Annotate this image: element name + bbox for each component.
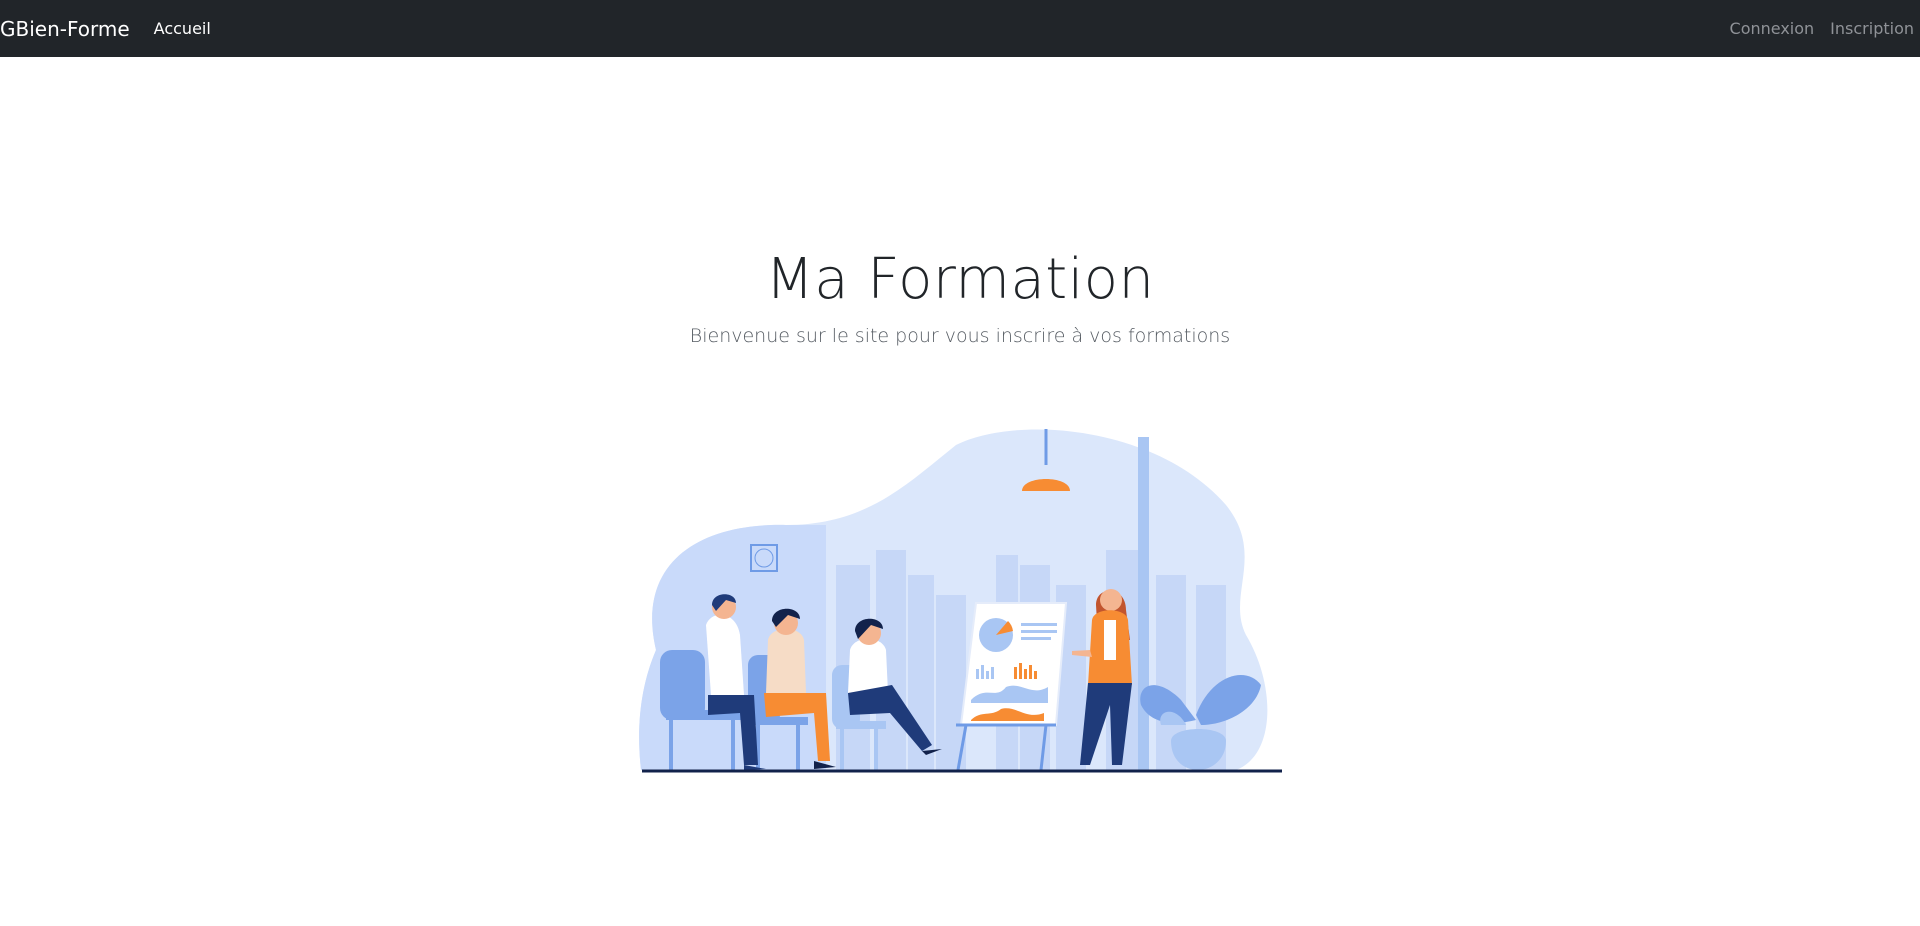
- nav-link-connexion[interactable]: Connexion: [1730, 19, 1815, 38]
- nav-link-accueil[interactable]: Accueil: [154, 19, 211, 38]
- navbar: GBien-Forme Accueil Connexion Inscriptio…: [0, 0, 1920, 57]
- nav-right: Connexion Inscription: [1730, 19, 1914, 38]
- window-pillar: [1138, 437, 1149, 770]
- page-title: Ma Formation: [765, 247, 1155, 312]
- nav-link-inscription[interactable]: Inscription: [1830, 19, 1914, 38]
- brand-link[interactable]: GBien-Forme: [0, 17, 130, 41]
- page-subtitle: Bienvenue sur le site pour vous inscrire…: [689, 325, 1231, 347]
- flipchart-board: [959, 602, 1068, 726]
- training-meeting-illustration-icon: [639, 429, 1282, 773]
